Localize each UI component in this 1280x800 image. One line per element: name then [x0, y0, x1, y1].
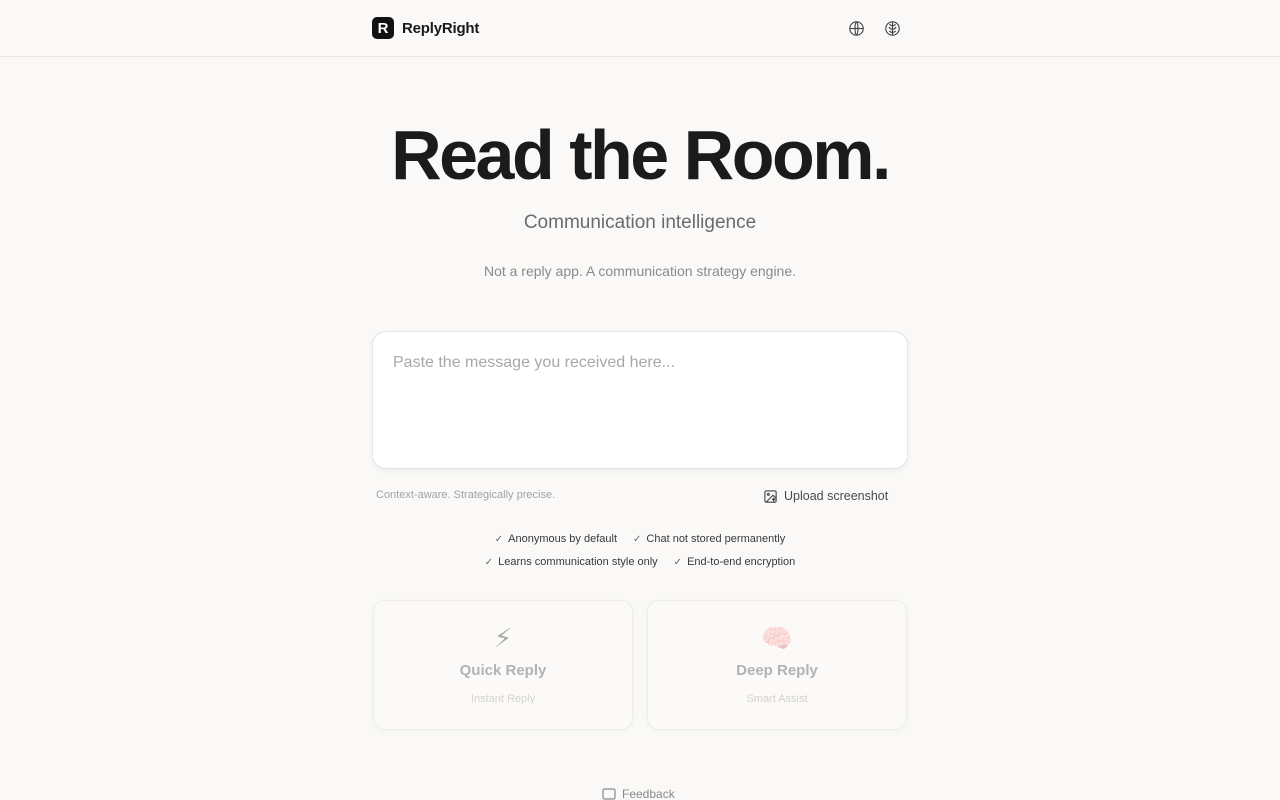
- input-hint: Context-aware. Strategically precise.: [376, 489, 556, 501]
- check-icon: ✓: [494, 533, 504, 545]
- check-icon: ✓: [673, 556, 683, 568]
- check-icon: ✓: [633, 533, 642, 545]
- privacy-badges-row-1: ✓ Anonymous by default ✓ Chat not stored…: [0, 533, 1280, 545]
- deep-reply-title: Deep Reply: [736, 662, 818, 679]
- badge-not-stored: ✓ Chat not stored permanently: [633, 533, 786, 545]
- hero-subtitle: Communication intelligence: [523, 212, 757, 233]
- brand-home-link[interactable]: R ReplyRight: [372, 17, 479, 39]
- check-icon: ✓: [484, 556, 494, 568]
- globe-icon[interactable]: [845, 17, 867, 39]
- deep-reply-subtitle: Smart Assist: [746, 693, 808, 705]
- hero-title: Read the Room.: [391, 116, 891, 194]
- upload-screenshot-button[interactable]: Upload screenshot: [763, 487, 888, 505]
- feedback-label: Feedback: [622, 787, 675, 800]
- lightning-icon: ⚡: [493, 623, 513, 653]
- top-nav-bar: R ReplyRight: [0, 0, 1280, 57]
- badge-encryption: ✓ End-to-end encryption: [673, 556, 796, 568]
- upload-label: Upload screenshot: [784, 489, 889, 503]
- feedback-button[interactable]: Feedback: [602, 786, 675, 800]
- image-upload-icon: [763, 489, 778, 504]
- quick-reply-button[interactable]: ⚡ Quick Reply Instant Reply: [373, 600, 633, 730]
- logo-icon: R: [372, 17, 394, 39]
- quick-reply-title: Quick Reply: [459, 662, 547, 679]
- deep-reply-button[interactable]: 🧠 Deep Reply Smart Assist: [647, 600, 907, 730]
- hero-tagline: Not a reply app. A communication strateg…: [483, 263, 797, 279]
- brain-emoji-icon: 🧠: [760, 623, 794, 653]
- badge-learns-style: ✓ Learns communication style only: [484, 556, 658, 568]
- message-square-icon: [602, 788, 616, 800]
- quick-reply-subtitle: Instant Reply: [470, 693, 536, 705]
- brand-name: ReplyRight: [402, 19, 480, 37]
- brain-icon[interactable]: [881, 17, 903, 39]
- privacy-badges-row-2: ✓ Learns communication style only ✓ End-…: [0, 556, 1280, 568]
- badge-anonymous: ✓ Anonymous by default: [494, 533, 618, 545]
- message-input[interactable]: [372, 331, 908, 469]
